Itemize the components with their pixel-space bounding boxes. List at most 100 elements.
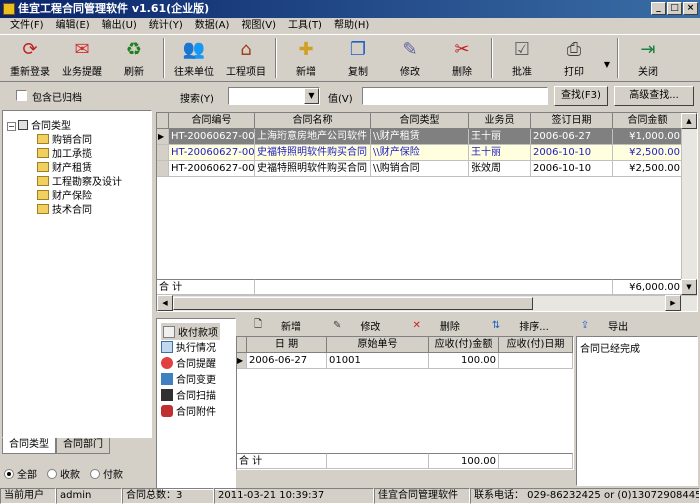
table-cell[interactable]: ¥2,500.00 [613, 145, 683, 161]
tab-execution[interactable]: 执行情况 [161, 339, 216, 354]
approve-button[interactable]: ☑ 批准 [496, 35, 548, 81]
col-header[interactable]: 合同名称 [255, 113, 371, 129]
status-phone: 联系电话： 029-86232425 or (0)13072908445 [470, 488, 700, 504]
table-cell[interactable]: 史福特照明软件购买合同 [255, 145, 371, 161]
delete-icon: ✂ [454, 38, 470, 60]
radio-receive[interactable]: 收款 [47, 466, 80, 481]
total-value: 100.00 [429, 453, 499, 469]
tree-item-tech[interactable]: 技术合同 [37, 201, 92, 216]
table-cell[interactable]: 01001 [327, 353, 429, 369]
note-panel[interactable]: 合同已经完成 [576, 336, 698, 486]
horizontal-scrollbar[interactable]: ◀ ▶ [157, 295, 697, 311]
table-cell[interactable]: 2006-10-10 [531, 161, 613, 177]
tree-item-leasing[interactable]: 财产租赁 [37, 159, 92, 174]
col-header[interactable]: 业务员 [469, 113, 531, 129]
search-field-select[interactable]: ▼ [228, 87, 320, 105]
reminder-button[interactable]: ✉ 业务提醒 [56, 35, 108, 81]
tree-item-insurance[interactable]: 财产保险 [37, 187, 92, 202]
radio-pay[interactable]: 付款 [90, 466, 123, 481]
detail-export-button[interactable]: ⇪ 导出 [565, 318, 644, 333]
tree-item-sales[interactable]: 购销合同 [37, 131, 92, 146]
tab-contract-type[interactable]: 合同类型 [2, 438, 56, 454]
tab-attachment[interactable]: 合同附件 [161, 403, 216, 418]
project-button[interactable]: ⌂ 工程项目 [220, 35, 272, 81]
advanced-find-button[interactable]: 高级查找... [614, 86, 694, 106]
menu-help[interactable]: 帮助(H) [328, 18, 375, 34]
find-button[interactable]: 查找(F3) [554, 86, 608, 106]
add-button[interactable]: ✚ 新增 [280, 35, 332, 81]
table-cell[interactable]: \\财产租赁 [371, 129, 469, 145]
table-cell[interactable] [499, 353, 573, 369]
menu-stats[interactable]: 统计(Y) [143, 18, 189, 34]
col-header[interactable]: 签订日期 [531, 113, 613, 129]
table-cell[interactable]: HT-20060627-003 [169, 161, 255, 177]
scroll-up-icon[interactable]: ▲ [681, 113, 697, 129]
table-cell[interactable]: 2006-10-10 [531, 145, 613, 161]
col-header[interactable]: 合同编号 [169, 113, 255, 129]
table-cell[interactable]: 2006-06-27 [247, 353, 327, 369]
menu-data[interactable]: 数据(A) [189, 18, 236, 34]
tree-item-survey[interactable]: 工程勘察及设计 [37, 173, 122, 188]
maximize-button[interactable]: □ [667, 2, 682, 15]
detail-edit-button[interactable]: ✎ 修改 [317, 318, 396, 333]
table-cell[interactable]: 上海珩意房地产公司软件 [255, 129, 371, 145]
tab-reminder[interactable]: 合同提醒 [161, 355, 216, 370]
close-button[interactable]: × [683, 2, 698, 15]
search-label: 搜索(Y) [180, 94, 214, 105]
add-icon: 🗋 [254, 318, 263, 330]
table-cell[interactable]: 100.00 [429, 353, 499, 369]
copy-button[interactable]: ❐ 复制 [332, 35, 384, 81]
table-cell[interactable]: 张效周 [469, 161, 531, 177]
menu-output[interactable]: 输出(U) [96, 18, 143, 34]
print-button[interactable]: ⎙ 打印 [548, 35, 600, 81]
scroll-down-icon[interactable]: ▼ [681, 279, 697, 295]
include-archived-checkbox[interactable] [16, 90, 27, 101]
detail-sort-button[interactable]: ⇅ 排序... [476, 318, 565, 333]
table-cell[interactable]: HT-20060627-004 [169, 145, 255, 161]
col-header[interactable]: 应收(付)金额 [429, 337, 499, 353]
table-cell[interactable]: ¥2,500.00 [613, 161, 683, 177]
search-value-input[interactable] [362, 87, 548, 105]
scroll-thumb[interactable] [173, 297, 533, 310]
refresh-button[interactable]: ♻ 刷新 [108, 35, 160, 81]
scroll-right-icon[interactable]: ▶ [665, 295, 681, 311]
col-header[interactable]: 日 期 [247, 337, 327, 353]
tree-root[interactable]: − 合同类型 [7, 117, 71, 132]
edit-button[interactable]: ✎ 修改 [384, 35, 436, 81]
minimize-button[interactable]: _ [651, 2, 666, 15]
table-cell[interactable]: \\购销合同 [371, 161, 469, 177]
chevron-down-icon: ▼ [304, 88, 319, 104]
table-cell[interactable]: \\财产保险 [371, 145, 469, 161]
status-count: 合同总数：3 [122, 488, 214, 504]
contacts-button[interactable]: 👥 往来单位 [168, 35, 220, 81]
menu-tools[interactable]: 工具(T) [282, 18, 328, 34]
scroll-left-icon[interactable]: ◀ [157, 295, 173, 311]
radio-all[interactable]: 全部 [4, 466, 37, 481]
vertical-scrollbar[interactable]: ▲ ▼ [681, 113, 697, 295]
detail-delete-button[interactable]: ✕ 删除 [396, 318, 475, 333]
menu-file[interactable]: 文件(F) [4, 18, 50, 34]
relogin-button[interactable]: ⟳ 重新登录 [4, 35, 56, 81]
tab-change[interactable]: 合同变更 [161, 371, 216, 386]
col-header[interactable]: 原始单号 [327, 337, 429, 353]
detail-add-button[interactable]: 🗋 新增 [238, 317, 317, 334]
col-header[interactable]: 合同金额 [613, 113, 683, 129]
col-header[interactable]: 合同类型 [371, 113, 469, 129]
print-dropdown[interactable]: ▼ [600, 35, 614, 81]
menu-view[interactable]: 视图(V) [235, 18, 282, 34]
table-cell[interactable]: HT-20060627-001 [169, 129, 255, 145]
reminder-icon: ✉ [74, 38, 90, 60]
menu-edit[interactable]: 编辑(E) [50, 18, 96, 34]
exit-button[interactable]: ⇥ 关闭 [622, 35, 674, 81]
tab-scan[interactable]: 合同扫描 [161, 387, 216, 402]
table-cell[interactable]: 王十丽 [469, 129, 531, 145]
table-cell[interactable]: 2006-06-27 [531, 129, 613, 145]
table-cell[interactable]: 史福特照明软件购买合同 [255, 161, 371, 177]
tree-item-processing[interactable]: 加工承揽 [37, 145, 92, 160]
delete-button[interactable]: ✂ 删除 [436, 35, 488, 81]
tab-contract-dept[interactable]: 合同部门 [56, 438, 110, 454]
table-cell[interactable]: 王十丽 [469, 145, 531, 161]
col-header[interactable]: 应收(付)日期 [499, 337, 573, 353]
tab-payments[interactable]: 收付款项 [161, 323, 220, 340]
table-cell[interactable]: ¥1,000.00 [613, 129, 683, 145]
